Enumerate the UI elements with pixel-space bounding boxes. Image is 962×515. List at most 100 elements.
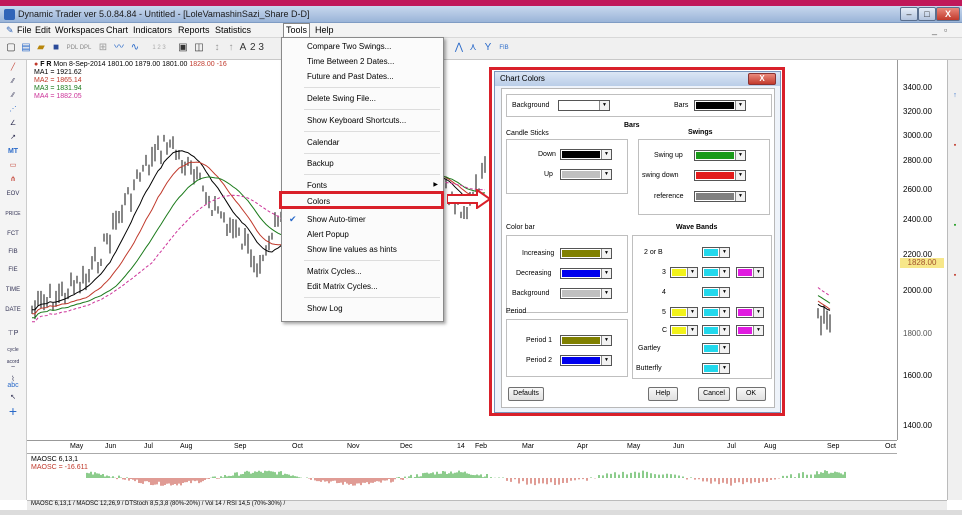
gartley-color-select[interactable]: ▼	[702, 343, 730, 354]
colorbar-background-color-select[interactable]: ▼	[560, 288, 612, 299]
numbers-tool-icon[interactable]: 2 3	[250, 41, 264, 55]
background-color-select[interactable]: ▼	[558, 100, 610, 111]
butterfly-color-select[interactable]: ▼	[702, 363, 730, 374]
minimize-button[interactable]: –	[900, 7, 918, 21]
menu-item-show-auto-timer[interactable]: Show Auto-timer	[307, 215, 366, 224]
wb-5-yellow-select[interactable]: ▼	[670, 307, 698, 318]
menu-chart[interactable]: Chart	[104, 25, 130, 35]
date-tool[interactable]: DATE	[3, 304, 23, 316]
count-icon[interactable]: 1 2 3	[146, 41, 172, 55]
pdl-dpl-icon[interactable]: PDL DPL	[64, 41, 94, 55]
oscillator-panel[interactable]: MAOSC 6,13,1 MAOSC = -16.611	[27, 453, 897, 497]
menu-item-time-between-dates[interactable]: Time Between 2 Dates...	[307, 57, 394, 66]
menu-item-delete-swing-file[interactable]: Delete Swing File...	[307, 94, 376, 103]
fan-icon[interactable]: ⋰	[3, 104, 23, 116]
swing-up-color-select[interactable]: ▼	[694, 150, 746, 161]
channel-icon[interactable]: ∕∕	[3, 90, 23, 102]
cycle-accord-tool[interactable]: cycle acord	[3, 344, 23, 365]
menu-item-compare-two-swings[interactable]: Compare Two Swings...	[307, 42, 391, 51]
menu-item-show-keyboard-shortcuts[interactable]: Show Keyboard Shortcuts...	[307, 116, 406, 125]
wave-a-icon[interactable]: ⋀	[452, 41, 466, 55]
swing-down-color-select[interactable]: ▼	[694, 170, 746, 181]
marker-icon[interactable]: ▪	[949, 140, 961, 152]
abc-tool-icon[interactable]: A	[236, 41, 250, 55]
eov-tool[interactable]: EOV	[3, 188, 23, 200]
period1-color-select[interactable]: ▼	[560, 335, 612, 346]
menu-item-show-log[interactable]: Show Log	[307, 304, 343, 313]
help-button[interactable]: Help	[648, 387, 678, 401]
time-tool[interactable]: TIME	[3, 284, 23, 296]
arrow-up-icon[interactable]: ↑	[949, 90, 961, 102]
angle-icon[interactable]: ∠	[3, 118, 23, 130]
mt-tool[interactable]: MT	[3, 146, 23, 158]
maximize-button[interactable]: □	[918, 7, 936, 21]
panel-icon[interactable]: ◫	[192, 41, 206, 55]
tp-icon[interactable]: ⊤P	[3, 328, 23, 340]
wb-5-magenta-select[interactable]: ▼	[736, 307, 764, 318]
reference-color-select[interactable]: ▼	[694, 191, 746, 202]
folder-icon[interactable]: ▰	[34, 41, 48, 55]
wb-3-yellow-select[interactable]: ▼	[670, 267, 698, 278]
wb-5-cyan-select[interactable]: ▼	[702, 307, 730, 318]
date-axis[interactable]: May Jun Jul Aug Sep Oct Nov Dec 14 Feb M…	[27, 440, 897, 453]
wb-3-magenta-select[interactable]: ▼	[736, 267, 764, 278]
wb-c-cyan-select[interactable]: ▼	[702, 325, 730, 336]
fct-tool[interactable]: FCT	[3, 228, 23, 240]
abc-tool[interactable]: abc	[3, 380, 23, 392]
price-axis[interactable]: 3400.00 3200.00 3000.00 2800.00 2600.00 …	[897, 60, 947, 440]
green-marker-icon[interactable]: ▪	[949, 220, 961, 232]
mdi-restore-icon[interactable]: ▫	[942, 25, 949, 35]
menu-statistics[interactable]: Statistics	[213, 25, 253, 35]
indicator-tabs[interactable]: MAOSC 6,13,1 / MAOSC 12,26,9 / DTStoch 8…	[27, 500, 947, 510]
wave-icon[interactable]: 〰	[112, 41, 126, 55]
up-color-select[interactable]: ▼	[560, 169, 612, 180]
period2-color-select[interactable]: ▼	[560, 355, 612, 366]
line-tool-icon[interactable]: ↕	[210, 41, 224, 55]
menu-help[interactable]: Help	[313, 25, 336, 35]
menu-item-calendar[interactable]: Calendar	[307, 138, 339, 147]
cancel-button[interactable]: Cancel	[698, 387, 730, 401]
menu-edit[interactable]: Edit	[33, 25, 53, 35]
doc-icon[interactable]: ✎	[4, 25, 16, 36]
multi-line-icon[interactable]: ⁄⁄	[3, 76, 23, 88]
fork-icon[interactable]: ⋔	[3, 174, 23, 186]
fib-tool-icon[interactable]: FIB	[497, 41, 511, 55]
save-icon[interactable]: ■	[49, 41, 63, 55]
menu-reports[interactable]: Reports	[176, 25, 212, 35]
menu-item-alert-popup[interactable]: Alert Popup	[307, 230, 349, 239]
close-button[interactable]: X	[936, 7, 960, 21]
wave-y-icon[interactable]: Y	[481, 41, 495, 55]
menu-workspaces[interactable]: Workspaces	[53, 25, 106, 35]
menu-indicators[interactable]: Indicators	[131, 25, 174, 35]
fib-tool[interactable]: FIB	[3, 246, 23, 258]
dialog-close-button[interactable]: X	[748, 73, 776, 85]
price-tool[interactable]: PRICE	[3, 208, 23, 220]
indicator-tabs-text[interactable]: MAOSC 6,13,1 / MAOSC 12,26,9 / DTStoch 8…	[31, 501, 285, 507]
bars-color-select[interactable]: ▼	[694, 100, 746, 111]
menu-item-show-line-values[interactable]: Show line values as hints	[307, 245, 397, 254]
menu-item-edit-matrix-cycles[interactable]: Edit Matrix Cycles...	[307, 282, 378, 291]
down-color-select[interactable]: ▼	[560, 149, 612, 160]
red-marker-icon[interactable]: ▪	[949, 270, 961, 282]
menu-item-matrix-cycles[interactable]: Matrix Cycles...	[307, 267, 362, 276]
fie-tool[interactable]: FIE	[3, 264, 23, 276]
wb-c-magenta-select[interactable]: ▼	[736, 325, 764, 336]
new-file-icon[interactable]: ▢	[4, 41, 18, 55]
defaults-button[interactable]: Defaults	[508, 387, 544, 401]
grid-icon[interactable]: ⊞	[96, 41, 110, 55]
crosshair-icon[interactable]: +	[3, 404, 23, 418]
zigzag-icon[interactable]: ∿	[128, 41, 142, 55]
menu-tools[interactable]: Tools	[283, 23, 311, 38]
mdi-minimize-icon[interactable]: _	[930, 25, 939, 35]
wb-4-cyan-select[interactable]: ▼	[702, 287, 730, 298]
menu-file[interactable]: File	[15, 25, 34, 35]
open-file-icon[interactable]: ▤	[19, 41, 33, 55]
decreasing-color-select[interactable]: ▼	[560, 268, 612, 279]
rect-icon[interactable]: ▭	[3, 160, 23, 172]
ok-button[interactable]: OK	[736, 387, 766, 401]
ray-icon[interactable]: ↗	[3, 132, 23, 144]
menu-item-fonts[interactable]: Fonts	[307, 181, 327, 190]
menu-item-backup[interactable]: Backup	[307, 159, 334, 168]
tilde-icon[interactable]: ~	[3, 362, 23, 374]
wave-b-icon[interactable]: ⋏	[466, 41, 480, 55]
